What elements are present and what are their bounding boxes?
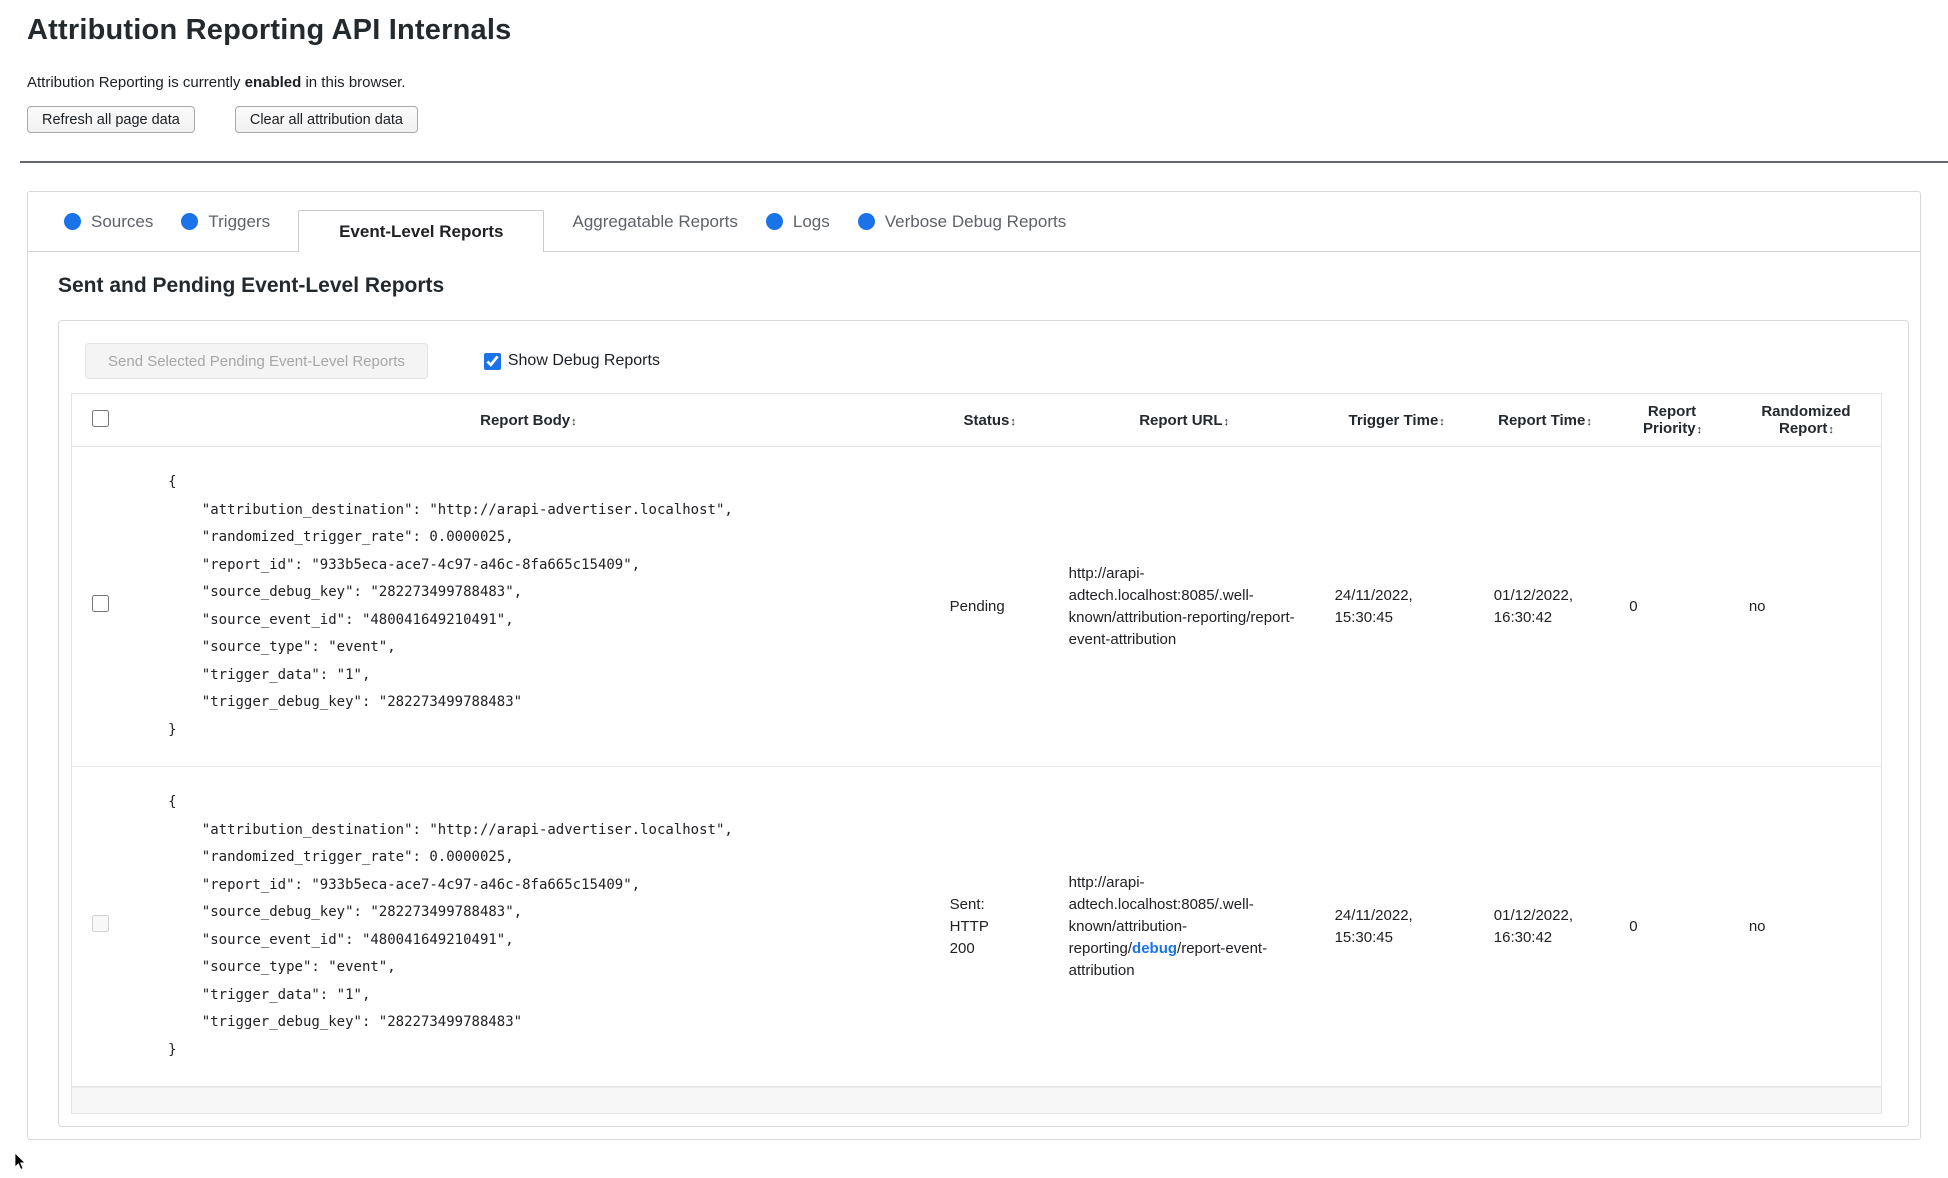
select-all-checkbox[interactable] bbox=[91, 409, 109, 427]
show-debug-reports-label: Show Debug Reports bbox=[507, 352, 660, 369]
col-label: Trigger Time bbox=[1348, 411, 1439, 429]
report-priority-cell: 0 bbox=[1613, 446, 1731, 767]
show-debug-reports-control[interactable]: Show Debug Reports bbox=[483, 352, 660, 370]
status-prefix: Attribution Reporting is currently bbox=[27, 74, 245, 91]
refresh-all-button[interactable]: Refresh all page data bbox=[27, 106, 195, 133]
col-header-report-priority[interactable]: Report Priority↕ bbox=[1613, 394, 1731, 447]
table-header-row: Report Body↕ Status↕ Report URL↕ Trigger… bbox=[72, 394, 1881, 447]
col-header-report-time[interactable]: Report Time↕ bbox=[1475, 394, 1614, 447]
reports-card: Send Selected Pending Event-Level Report… bbox=[58, 320, 1909, 1127]
reports-toolbar: Send Selected Pending Event-Level Report… bbox=[85, 343, 1882, 379]
row-select-cell bbox=[72, 446, 129, 767]
sources-data-dot-icon bbox=[64, 213, 81, 230]
sort-icon: ↕ bbox=[1439, 415, 1444, 428]
page-header: Attribution Reporting API Internals Attr… bbox=[0, 0, 1948, 133]
tab-triggers[interactable]: Triggers bbox=[181, 212, 270, 232]
row-select-cell bbox=[72, 766, 129, 1087]
trigger-time-cell: 24/11/2022, 15:30:45 bbox=[1316, 446, 1476, 767]
report-body-cell: { "attribution_destination": "http://ara… bbox=[128, 446, 928, 767]
randomized-report-cell: no bbox=[1730, 766, 1881, 1087]
trigger-time-cell: 24/11/2022, 15:30:45 bbox=[1316, 766, 1476, 1087]
tab-label: Sources bbox=[91, 211, 154, 231]
status-cell: Pending bbox=[927, 446, 1051, 767]
report-time-cell: 01/12/2022, 16:30:42 bbox=[1475, 446, 1614, 767]
tab-verbose-debug-reports[interactable]: Verbose Debug Reports bbox=[857, 211, 1067, 232]
clear-all-button[interactable]: Clear all attribution data bbox=[234, 106, 418, 133]
section-heading: Sent and Pending Event-Level Reports bbox=[58, 274, 445, 297]
report-time-cell: 01/12/2022, 16:30:42 bbox=[1475, 766, 1614, 1087]
tab-sources[interactable]: Sources bbox=[64, 212, 153, 232]
show-debug-reports-checkbox[interactable] bbox=[483, 352, 501, 370]
col-header-status[interactable]: Status↕ bbox=[927, 394, 1051, 447]
col-label: Report Body bbox=[480, 411, 571, 429]
report-row-sent: { "attribution_destination": "http://ara… bbox=[72, 766, 1881, 1087]
report-row-pending: { "attribution_destination": "http://ara… bbox=[72, 446, 1881, 767]
tab-event-level-reports[interactable]: Event-Level Reports bbox=[298, 210, 545, 252]
tab-label: Logs bbox=[792, 211, 830, 231]
status-enabled: enabled bbox=[244, 74, 302, 91]
sort-icon: ↕ bbox=[1223, 415, 1229, 428]
report-url-cell: http://arapi-adtech.localhost:8085/.well… bbox=[1050, 766, 1317, 1087]
col-label: Randomized Report bbox=[1761, 403, 1851, 437]
tab-aggregatable-reports[interactable]: Aggregatable Reports bbox=[572, 212, 737, 232]
report-url-cell: http://arapi-adtech.localhost:8085/.well… bbox=[1050, 446, 1317, 767]
report-priority-cell: 0 bbox=[1613, 766, 1731, 1087]
report-body-json: { "attribution_destination": "http://ara… bbox=[168, 474, 733, 738]
event-level-reports-panel: Sent and Pending Event-Level Reports Sen… bbox=[28, 252, 1920, 1139]
sort-icon: ↕ bbox=[1696, 424, 1702, 436]
report-body-cell: { "attribution_destination": "http://ara… bbox=[128, 766, 928, 1087]
header-divider bbox=[20, 161, 1948, 163]
tab-label: Verbose Debug Reports bbox=[884, 211, 1067, 231]
report-url-text: http://arapi-adtech.localhost:8085/.well… bbox=[1069, 565, 1295, 648]
tab-logs[interactable]: Logs bbox=[765, 211, 830, 232]
tab-label: Triggers bbox=[208, 211, 271, 231]
status-suffix: in this browser. bbox=[301, 74, 406, 91]
tab-label: Aggregatable Reports bbox=[572, 211, 738, 231]
tab-label: Event-Level Reports bbox=[339, 221, 504, 241]
col-header-report-body[interactable]: Report Body↕ bbox=[128, 394, 928, 447]
logs-data-dot-icon bbox=[765, 213, 783, 230]
url-debug-segment: debug bbox=[1132, 939, 1178, 957]
sort-icon: ↕ bbox=[1828, 424, 1833, 436]
send-selected-reports-button[interactable]: Send Selected Pending Event-Level Report… bbox=[85, 343, 428, 379]
col-label: Status bbox=[963, 411, 1010, 429]
verbose-data-dot-icon bbox=[857, 213, 875, 230]
report-url-text: http://arapi-adtech.localhost:8085/.well… bbox=[1069, 874, 1267, 979]
reports-table-container: Report Body↕ Status↕ Report URL↕ Trigger… bbox=[71, 393, 1882, 1114]
mouse-cursor bbox=[14, 1152, 26, 1176]
reports-table: Report Body↕ Status↕ Report URL↕ Trigger… bbox=[72, 394, 1881, 1087]
report-body-json: { "attribution_destination": "http://ara… bbox=[168, 794, 733, 1058]
url-prefix: http://arapi-adtech.localhost:8085/.well… bbox=[1068, 564, 1254, 626]
page-title: Attribution Reporting API Internals bbox=[27, 14, 512, 46]
triggers-data-dot-icon bbox=[181, 213, 199, 230]
sort-icon: ↕ bbox=[1010, 415, 1015, 428]
api-status-text: Attribution Reporting is currently enabl… bbox=[27, 74, 1948, 91]
col-header-report-url[interactable]: Report URL↕ bbox=[1050, 394, 1317, 447]
sort-icon: ↕ bbox=[1586, 415, 1591, 428]
col-label: Report URL bbox=[1139, 411, 1223, 429]
col-header-randomized-report[interactable]: Randomized Report↕ bbox=[1730, 394, 1881, 447]
col-header-trigger-time[interactable]: Trigger Time↕ bbox=[1316, 394, 1476, 447]
col-label: Report Time bbox=[1498, 411, 1586, 429]
col-label: Report Priority bbox=[1643, 403, 1697, 437]
header-buttons: Refresh all page data Clear all attribut… bbox=[27, 106, 1948, 133]
sort-icon: ↕ bbox=[571, 415, 576, 428]
status-cell: Sent: HTTP 200 bbox=[927, 766, 1051, 1087]
table-footer-strip bbox=[72, 1087, 1881, 1113]
randomized-report-cell: no bbox=[1730, 446, 1881, 767]
row-select-checkbox bbox=[91, 914, 109, 932]
select-all-header bbox=[72, 394, 129, 447]
tab-box: Sources Triggers Event-Level Reports Agg… bbox=[27, 191, 1921, 1140]
row-select-checkbox[interactable] bbox=[91, 594, 109, 612]
tab-strip: Sources Triggers Event-Level Reports Agg… bbox=[28, 192, 1920, 252]
